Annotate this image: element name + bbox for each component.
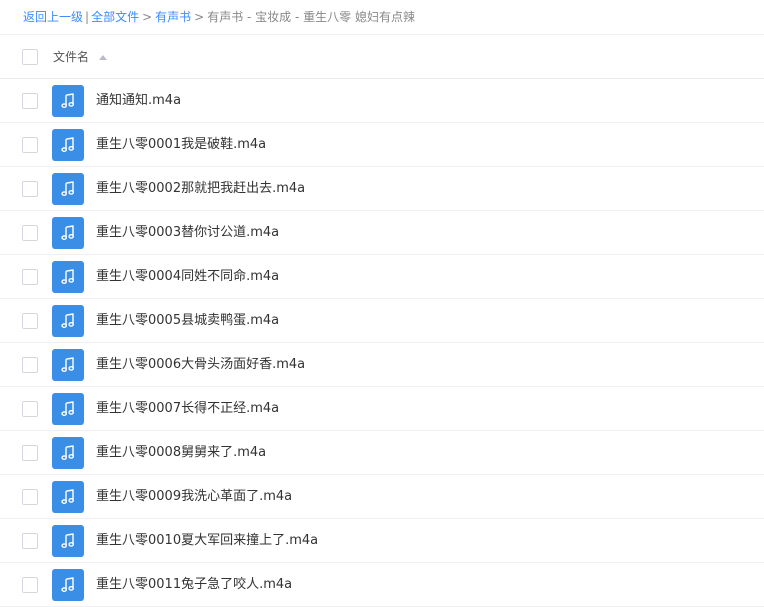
row-checkbox[interactable]: [22, 269, 38, 285]
file-row[interactable]: 重生八零0008舅舅来了.m4a: [0, 431, 764, 475]
row-checkbox[interactable]: [22, 225, 38, 241]
file-name[interactable]: 重生八零0006大骨头汤面好香.m4a: [96, 343, 305, 387]
row-checkbox[interactable]: [22, 577, 38, 593]
music-icon[interactable]: [52, 217, 84, 249]
row-checkbox[interactable]: [22, 137, 38, 153]
file-row[interactable]: 重生八零0010夏大军回来撞上了.m4a: [0, 519, 764, 563]
music-icon[interactable]: [52, 305, 84, 337]
row-checkbox[interactable]: [22, 533, 38, 549]
row-checkbox[interactable]: [22, 93, 38, 109]
row-checkbox[interactable]: [22, 401, 38, 417]
breadcrumb-pipe: |: [85, 10, 90, 24]
row-checkbox[interactable]: [22, 313, 38, 329]
file-list-header: 文件名: [0, 34, 764, 79]
file-name[interactable]: 通知通知.m4a: [96, 79, 181, 123]
music-icon[interactable]: [52, 437, 84, 469]
file-name[interactable]: 重生八零0005县城卖鸭蛋.m4a: [96, 299, 279, 343]
file-name[interactable]: 重生八零0010夏大军回来撞上了.m4a: [96, 519, 318, 563]
file-row[interactable]: 重生八零0011兔子急了咬人.m4a: [0, 563, 764, 607]
file-name[interactable]: 重生八零0001我是破鞋.m4a: [96, 123, 266, 167]
file-name[interactable]: 重生八零0009我洗心革面了.m4a: [96, 475, 292, 519]
music-icon[interactable]: [52, 481, 84, 513]
file-row[interactable]: 重生八零0004同姓不同命.m4a: [0, 255, 764, 299]
file-name[interactable]: 重生八零0007长得不正经.m4a: [96, 387, 279, 431]
file-list: 通知通知.m4a 重生八零0001我是破鞋.m4a 重生八零0002那就把我赶出…: [0, 79, 764, 607]
select-all-checkbox[interactable]: [22, 49, 38, 65]
folder-link[interactable]: 有声书: [155, 10, 191, 24]
breadcrumb-separator: >: [194, 10, 205, 24]
file-row[interactable]: 重生八零0007长得不正经.m4a: [0, 387, 764, 431]
breadcrumb: 返回上一级 | 全部文件 > 有声书 > 有声书 - 宝妆成 - 重生八零 媳妇有点辣: [23, 0, 415, 34]
row-checkbox[interactable]: [22, 357, 38, 373]
file-name[interactable]: 重生八零0008舅舅来了.m4a: [96, 431, 266, 475]
file-row[interactable]: 重生八零0003替你讨公道.m4a: [0, 211, 764, 255]
back-link[interactable]: 返回上一级: [23, 10, 83, 24]
file-row[interactable]: 重生八零0009我洗心革面了.m4a: [0, 475, 764, 519]
file-name[interactable]: 重生八零0003替你讨公道.m4a: [96, 211, 279, 255]
file-row[interactable]: 重生八零0002那就把我赶出去.m4a: [0, 167, 764, 211]
row-checkbox[interactable]: [22, 181, 38, 197]
music-icon[interactable]: [52, 85, 84, 117]
name-column-header[interactable]: 文件名: [53, 35, 89, 79]
sort-up-icon[interactable]: [99, 55, 107, 60]
row-checkbox[interactable]: [22, 489, 38, 505]
music-icon[interactable]: [52, 569, 84, 601]
music-icon[interactable]: [52, 349, 84, 381]
music-icon[interactable]: [52, 525, 84, 557]
file-row[interactable]: 重生八零0005县城卖鸭蛋.m4a: [0, 299, 764, 343]
file-name[interactable]: 重生八零0004同姓不同命.m4a: [96, 255, 279, 299]
file-row[interactable]: 重生八零0006大骨头汤面好香.m4a: [0, 343, 764, 387]
music-icon[interactable]: [52, 261, 84, 293]
all-files-link[interactable]: 全部文件: [91, 10, 139, 24]
row-checkbox[interactable]: [22, 445, 38, 461]
breadcrumb-separator: >: [142, 10, 153, 24]
file-row[interactable]: 通知通知.m4a: [0, 79, 764, 123]
file-name[interactable]: 重生八零0011兔子急了咬人.m4a: [96, 563, 292, 607]
music-icon[interactable]: [52, 129, 84, 161]
music-icon[interactable]: [52, 173, 84, 205]
breadcrumb-current: 有声书 - 宝妆成 - 重生八零 媳妇有点辣: [207, 10, 415, 24]
file-row[interactable]: 重生八零0001我是破鞋.m4a: [0, 123, 764, 167]
file-name[interactable]: 重生八零0002那就把我赶出去.m4a: [96, 167, 305, 211]
music-icon[interactable]: [52, 393, 84, 425]
